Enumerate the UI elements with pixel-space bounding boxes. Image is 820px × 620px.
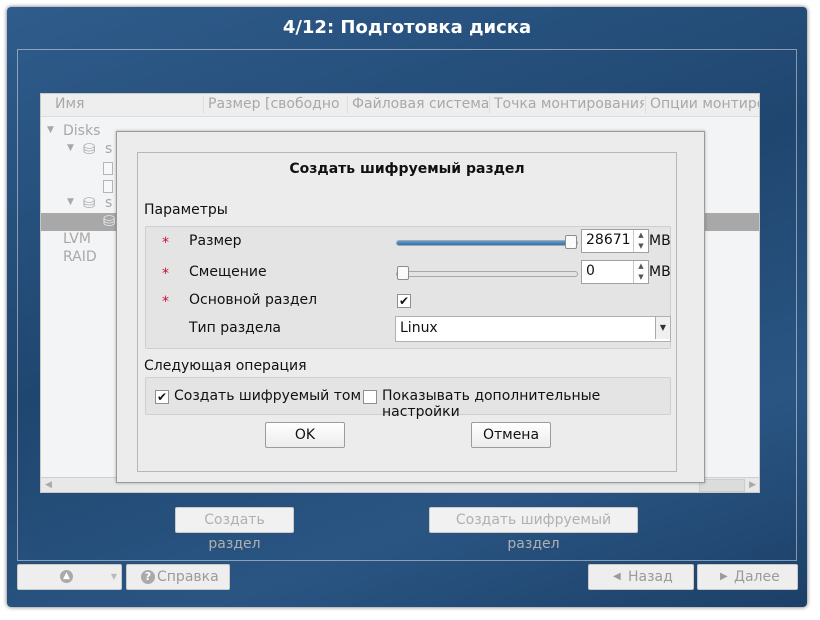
row-disks-label: Disks <box>63 123 101 139</box>
disk-icon: ⛁ <box>103 212 116 230</box>
column-mount-options[interactable]: Опции монтиров <box>645 96 759 114</box>
primary-label: Основной раздел <box>189 292 318 308</box>
chevron-left-icon: ◀ <box>613 571 621 582</box>
create-volume-checkbox[interactable]: ✔ <box>155 390 169 404</box>
create-encrypted-partition-dialog: Создать шифруемый раздел Параметры * Раз… <box>116 131 705 483</box>
row-disk-label: s <box>105 141 113 157</box>
upload-button[interactable]: ▲ ▼ <box>17 564 122 590</box>
column-filesystem[interactable]: Файловая система <box>347 96 488 114</box>
ok-button[interactable]: OK <box>265 422 345 448</box>
next-label: Далее <box>734 569 780 585</box>
size-spin-buttons: ▲ ▼ <box>633 230 648 252</box>
expand-icon: ▼ <box>67 197 74 207</box>
size-slider-fill <box>397 241 571 245</box>
row-raid-label: RAID <box>63 249 97 265</box>
offset-unit: MB <box>649 264 671 280</box>
spin-up-icon[interactable]: ▲ <box>634 230 648 241</box>
offset-slider-handle[interactable] <box>397 266 409 280</box>
help-icon: ? <box>141 570 155 584</box>
show-advanced-checkbox[interactable] <box>363 390 377 404</box>
column-name[interactable]: Имя <box>51 96 205 114</box>
chevron-down-icon[interactable]: ▼ <box>111 565 117 589</box>
help-button[interactable]: ? Справка <box>126 564 230 590</box>
help-label: Справка <box>157 569 219 585</box>
column-mountpoint[interactable]: Точка монтирования <box>489 96 644 114</box>
scrollbar-thumb[interactable] <box>699 479 745 492</box>
create-encrypted-partition-button[interactable]: Создать шифруемый раздел <box>429 507 638 552</box>
create-partition-button[interactable]: Создать раздел <box>175 507 294 552</box>
chevron-right-icon[interactable]: ▶ <box>749 478 756 492</box>
offset-spinbox[interactable]: 0 ▲ ▼ <box>581 260 649 284</box>
required-mark: * <box>162 235 169 251</box>
chevron-down-icon[interactable]: ▼ <box>655 317 670 339</box>
chevron-left-icon[interactable]: ◀ <box>45 478 52 492</box>
offset-slider[interactable] <box>396 266 578 280</box>
required-mark: * <box>162 266 169 282</box>
row-lvm-label: LVM <box>63 231 91 247</box>
upload-icon: ▲ <box>60 570 73 583</box>
type-label: Тип раздела <box>189 320 281 336</box>
file-icon <box>103 180 113 193</box>
size-unit: MB <box>649 233 671 249</box>
file-icon <box>103 162 113 175</box>
required-mark: * <box>162 294 169 310</box>
params-section-label: Параметры <box>144 202 228 218</box>
size-value: 28671 <box>586 232 631 248</box>
back-button[interactable]: ◀ Назад <box>588 564 694 590</box>
column-size[interactable]: Размер [свободно] <box>203 96 340 114</box>
params-group: * Размер 28671 ▲ ▼ MB * Смещение 0 ▲ ▼ M… <box>145 226 671 349</box>
table-header: Имя Размер [свободно] Файловая система Т… <box>41 94 759 117</box>
cancel-button[interactable]: Отмена <box>471 422 551 448</box>
create-volume-label: Создать шифруемый том <box>174 388 362 404</box>
offset-label: Смещение <box>189 264 267 280</box>
next-op-group: ✔ Создать шифруемый том Показывать допол… <box>145 377 671 420</box>
dialog-frame: Создать шифруемый раздел Параметры * Раз… <box>137 152 677 472</box>
spin-down-icon[interactable]: ▼ <box>634 241 648 252</box>
type-combobox[interactable]: Linux ▼ <box>395 316 671 342</box>
size-label: Размер <box>189 233 242 249</box>
size-slider-handle[interactable] <box>565 235 577 249</box>
next-button[interactable]: ▶ Далее <box>697 564 798 590</box>
size-spinbox[interactable]: 28671 ▲ ▼ <box>581 229 649 253</box>
back-label: Назад <box>628 569 673 585</box>
disk-icon: ⛁ <box>83 140 96 158</box>
expand-icon: ▼ <box>67 143 74 153</box>
size-slider[interactable] <box>396 235 578 249</box>
row-disk-label: s <box>105 195 113 211</box>
primary-checkbox[interactable]: ✔ <box>397 294 411 308</box>
offset-value: 0 <box>586 263 595 279</box>
spin-down-icon[interactable]: ▼ <box>634 272 648 283</box>
type-value: Linux <box>400 320 438 336</box>
next-op-section-label: Следующая операция <box>144 358 307 374</box>
window-title: 4/12: Подготовка диска <box>282 17 532 38</box>
spin-up-icon[interactable]: ▲ <box>634 261 648 272</box>
show-advanced-label: Показывать дополнительные настройки <box>382 388 601 420</box>
expand-icon: ▼ <box>47 125 54 135</box>
chevron-right-icon: ▶ <box>720 571 728 582</box>
disk-icon: ⛁ <box>83 194 96 212</box>
dialog-title: Создать шифруемый раздел <box>289 161 525 177</box>
offset-spin-buttons: ▲ ▼ <box>633 261 648 283</box>
